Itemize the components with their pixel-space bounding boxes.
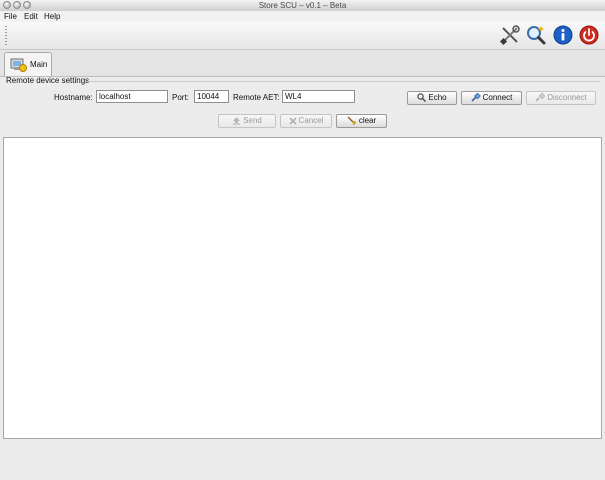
- tab-main-label: Main: [30, 60, 48, 69]
- port-input[interactable]: [194, 90, 229, 103]
- info-icon: [553, 25, 573, 45]
- magnifier-icon: [417, 93, 427, 103]
- disconnect-button[interactable]: Disconnect: [526, 91, 596, 105]
- hostname-input[interactable]: [96, 90, 168, 103]
- tab-main[interactable]: Main: [4, 52, 52, 76]
- menu-edit[interactable]: Edit: [24, 11, 38, 22]
- power-button[interactable]: [578, 24, 600, 46]
- broom-icon: [347, 116, 357, 126]
- remote-settings-title: Remote device settings: [6, 76, 90, 85]
- plug-icon: [471, 93, 481, 102]
- clear-button-label: clear: [358, 116, 377, 125]
- clear-button[interactable]: clear: [336, 114, 387, 128]
- menu-help[interactable]: Help: [44, 11, 60, 22]
- toolbar-grip[interactable]: [5, 26, 7, 46]
- disconnect-button-label: Disconnect: [547, 93, 587, 102]
- port-label: Port:: [172, 93, 189, 102]
- send-button-label: Send: [243, 116, 262, 125]
- info-button[interactable]: [552, 24, 574, 46]
- hostname-label: Hostname:: [54, 93, 93, 102]
- cancel-button[interactable]: Cancel: [280, 114, 332, 128]
- unplug-icon: [535, 93, 546, 102]
- search-button[interactable]: [525, 24, 547, 46]
- echo-button-label: Echo: [428, 93, 447, 102]
- upload-icon: [233, 117, 241, 126]
- connect-button-label: Connect: [482, 93, 513, 102]
- send-button[interactable]: Send: [218, 114, 276, 128]
- toolbar: [0, 22, 605, 50]
- section-divider: [86, 81, 600, 82]
- menu-file[interactable]: File: [4, 11, 17, 22]
- power-icon: [579, 25, 599, 45]
- menu-bar: File Edit Help: [0, 11, 605, 22]
- settings-tools-icon: [499, 25, 520, 46]
- window-title: Store SCU – v0.1 – Beta: [258, 1, 347, 10]
- remote-aet-input[interactable]: [282, 90, 355, 103]
- close-icon: [288, 117, 297, 125]
- echo-button[interactable]: Echo: [407, 91, 457, 105]
- remote-aet-label: Remote AET:: [233, 93, 280, 102]
- cancel-button-label: Cancel: [298, 116, 324, 125]
- connect-button[interactable]: Connect: [461, 91, 522, 105]
- log-output-area[interactable]: [3, 137, 602, 439]
- tab-bar: [0, 50, 605, 77]
- settings-button[interactable]: [499, 24, 521, 46]
- bottom-bar: [0, 441, 605, 480]
- computer-icon: [10, 58, 27, 72]
- search-icon: [527, 26, 546, 45]
